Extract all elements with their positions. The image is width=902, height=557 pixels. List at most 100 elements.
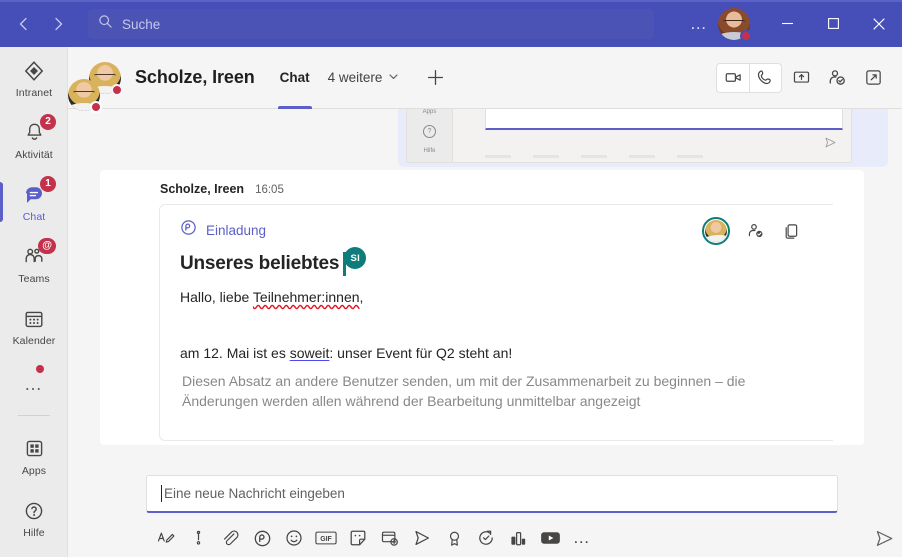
sidebar-item-calendar[interactable]: Kalender bbox=[0, 295, 68, 357]
chat-bubble-icon: 1 bbox=[21, 175, 56, 208]
message-input[interactable]: Eine neue Nachricht eingeben bbox=[146, 475, 838, 513]
help-question-icon bbox=[21, 498, 47, 524]
loop-type-link[interactable]: Einladung bbox=[180, 219, 266, 241]
loop-document-title-text: Unseres beliebtes bbox=[180, 253, 340, 274]
sidebar-item-activity[interactable]: 2 Aktivität bbox=[0, 109, 68, 171]
emoji-icon[interactable] bbox=[278, 523, 310, 553]
previous-message-bubble[interactable]: Apps ? Hilfe nachname@firma.com bbox=[398, 109, 888, 167]
sidebar-item-label: Chat bbox=[22, 210, 46, 223]
sidebar-item-teams[interactable]: @ Teams bbox=[0, 233, 68, 295]
nested-rail: Apps ? Hilfe bbox=[407, 109, 453, 162]
loop-component-icon bbox=[180, 219, 197, 241]
sticker-icon[interactable] bbox=[342, 523, 374, 553]
message-author-avatar[interactable] bbox=[68, 79, 102, 113]
status-badge bbox=[90, 101, 102, 113]
divider bbox=[17, 415, 50, 416]
sidebar-item-label: Teams bbox=[18, 272, 50, 285]
loop-placeholder-paragraph[interactable]: Diesen Absatz an andere Benutzer senden,… bbox=[182, 371, 762, 411]
schedule-meeting-icon[interactable] bbox=[374, 523, 406, 553]
minimize-button[interactable] bbox=[764, 0, 810, 47]
tab-label: 4 weitere bbox=[327, 70, 383, 85]
loop-component-icon[interactable] bbox=[246, 523, 278, 553]
tab-label: Chat bbox=[279, 70, 310, 85]
status-badge bbox=[740, 29, 752, 42]
nested-rail-label: Hilfe bbox=[423, 148, 436, 154]
call-button-group bbox=[716, 62, 782, 93]
paragraph-lead: am 12. Mai ist es bbox=[180, 345, 290, 361]
rail-bottom-group: Apps Hilfe bbox=[0, 425, 68, 549]
collaborator-avatar[interactable] bbox=[702, 217, 730, 245]
window-controls: … bbox=[682, 0, 902, 47]
search-input[interactable]: Suche bbox=[88, 9, 654, 39]
add-people-icon[interactable] bbox=[820, 63, 854, 93]
sidebar-more-apps-button[interactable]: … bbox=[0, 357, 68, 411]
format-text-icon[interactable] bbox=[150, 523, 182, 553]
back-button[interactable] bbox=[8, 8, 40, 40]
gif-icon[interactable]: GIF bbox=[310, 523, 342, 553]
tab-chat[interactable]: Chat bbox=[271, 47, 319, 109]
tab-more-tabs[interactable]: 4 weitere bbox=[319, 47, 409, 109]
nested-rail-label: Apps bbox=[422, 109, 437, 115]
help-question-icon: ? bbox=[423, 125, 436, 138]
search-placeholder: Suche bbox=[122, 16, 161, 32]
share-screen-icon[interactable] bbox=[784, 63, 818, 93]
nested-composer bbox=[485, 109, 843, 130]
approvals-icon[interactable] bbox=[470, 523, 502, 553]
page-title: Scholze, Ireen bbox=[135, 67, 255, 87]
sidebar-item-label: Aktivität bbox=[15, 148, 53, 161]
chevron-down-icon bbox=[388, 70, 399, 85]
sidebar-item-chat[interactable]: 1 Chat bbox=[0, 171, 68, 233]
chat-header-actions bbox=[716, 62, 890, 93]
loop-actions bbox=[702, 217, 801, 245]
shared-with-people-icon[interactable] bbox=[746, 221, 766, 241]
sidebar-item-apps[interactable]: Apps bbox=[0, 425, 68, 487]
audio-call-icon[interactable] bbox=[749, 63, 781, 92]
calendar-icon bbox=[21, 306, 47, 332]
loop-paragraph-1[interactable]: Hallo, liebe Teilnehmer:innen, bbox=[180, 287, 363, 307]
loop-document-title[interactable]: Unseres beliebtes SI bbox=[180, 247, 367, 276]
sidebar-item-help[interactable]: Hilfe bbox=[0, 487, 68, 549]
close-button[interactable] bbox=[856, 0, 902, 47]
add-tab-button[interactable] bbox=[420, 63, 450, 93]
message-timestamp: 16:05 bbox=[255, 184, 284, 196]
loop-type-label: Einladung bbox=[206, 222, 267, 238]
paragraph-lead: Hallo, liebe bbox=[180, 289, 253, 305]
sidebar-item-label: Kalender bbox=[12, 334, 56, 347]
stream-video-icon[interactable] bbox=[406, 523, 438, 553]
settings-more-button[interactable]: … bbox=[682, 8, 716, 40]
forward-button[interactable] bbox=[42, 8, 74, 40]
text-caret bbox=[161, 485, 162, 502]
copy-link-icon[interactable] bbox=[782, 222, 801, 241]
app-rail: Intranet 2 Aktivität 1 Chat @ Teams Kale… bbox=[0, 47, 68, 557]
youtube-icon[interactable] bbox=[534, 523, 566, 553]
maximize-button[interactable] bbox=[810, 0, 856, 47]
sidebar-item-intranet[interactable]: Intranet bbox=[0, 47, 68, 109]
status-badge bbox=[111, 83, 123, 96]
praise-badge-icon[interactable] bbox=[438, 523, 470, 553]
set-importance-icon[interactable] bbox=[182, 523, 214, 553]
avatar[interactable] bbox=[718, 7, 752, 42]
diamond-intranet-icon bbox=[21, 58, 47, 84]
sidebar-item-label: Apps bbox=[21, 464, 47, 477]
bell-icon: 2 bbox=[21, 113, 56, 146]
pop-out-icon[interactable] bbox=[856, 63, 890, 93]
apps-grid-icon bbox=[21, 436, 47, 462]
send-button[interactable] bbox=[868, 523, 900, 553]
loop-paragraph-2[interactable]: am 12. Mai ist es soweit: unser Event fü… bbox=[180, 343, 512, 363]
status-badge: @ bbox=[38, 237, 56, 254]
composer-toolbar: GIF … bbox=[150, 523, 598, 553]
sidebar-item-label: Intranet bbox=[15, 86, 53, 99]
composer-area: Eine neue Nachricht eingeben GIF … bbox=[68, 461, 902, 557]
paragraph-trail: , bbox=[359, 289, 364, 305]
attach-file-icon[interactable] bbox=[214, 523, 246, 553]
chat-tabs: Chat 4 weitere bbox=[271, 47, 451, 109]
search-icon bbox=[98, 14, 113, 34]
status-badge: 2 bbox=[40, 113, 56, 130]
polls-icon[interactable] bbox=[502, 523, 534, 553]
send-icon bbox=[824, 136, 837, 154]
nested-toolbar bbox=[485, 155, 843, 158]
message-attachment-screenshot[interactable]: Apps ? Hilfe nachname@firma.com bbox=[406, 109, 852, 163]
teams-window: Suche … Intranet 2 Aktivität 1 Chat @ Te… bbox=[0, 0, 902, 557]
more-options-icon[interactable]: … bbox=[566, 523, 598, 553]
video-call-icon[interactable] bbox=[717, 64, 749, 92]
